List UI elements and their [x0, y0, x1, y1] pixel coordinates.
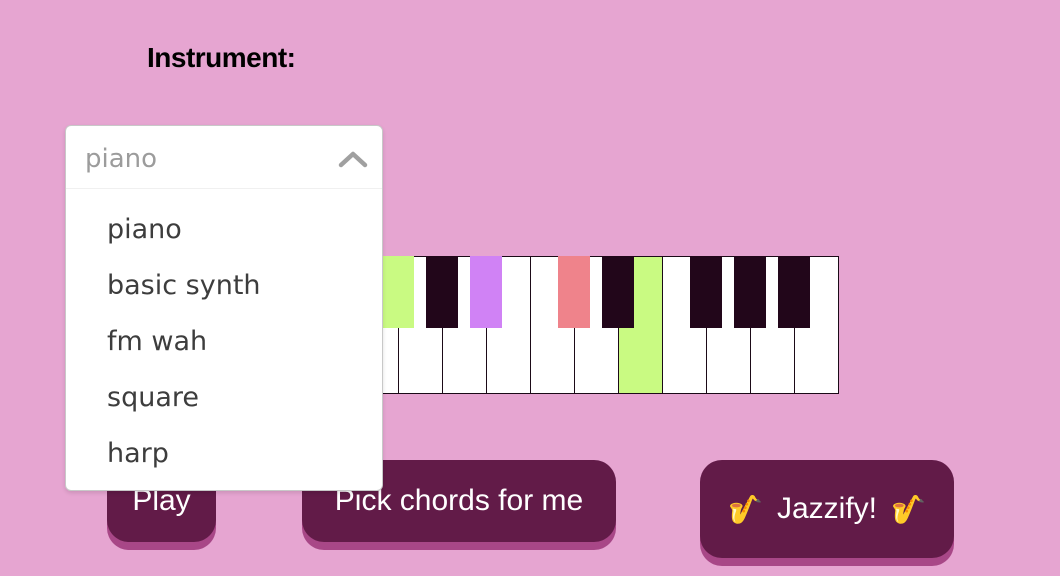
- black-key[interactable]: [470, 256, 502, 328]
- instrument-option[interactable]: square: [66, 370, 382, 426]
- jazzify-button[interactable]: 🎷 Jazzify! 🎷: [700, 460, 954, 558]
- instrument-select[interactable]: piano piano basic synth fm wah square ha…: [65, 125, 383, 491]
- instrument-option[interactable]: piano: [66, 202, 382, 258]
- instrument-selected-value: piano: [85, 144, 158, 174]
- saxophone-icon: 🎷: [728, 493, 763, 525]
- black-key[interactable]: [558, 256, 590, 328]
- instrument-options-list: piano basic synth fm wah square harp: [66, 189, 382, 482]
- black-key[interactable]: [734, 256, 766, 328]
- chevron-up-icon[interactable]: [338, 150, 368, 168]
- black-key[interactable]: [778, 256, 810, 328]
- instrument-option[interactable]: harp: [66, 426, 382, 482]
- black-key[interactable]: [602, 256, 634, 328]
- instrument-option[interactable]: basic synth: [66, 258, 382, 314]
- black-key[interactable]: [426, 256, 458, 328]
- black-key[interactable]: [382, 256, 414, 328]
- black-key[interactable]: [690, 256, 722, 328]
- instrument-option[interactable]: fm wah: [66, 314, 382, 370]
- saxophone-icon: 🎷: [891, 493, 926, 525]
- instrument-select-head[interactable]: piano: [66, 126, 382, 189]
- instrument-label: Instrument:: [147, 42, 296, 73]
- jazzify-button-label: Jazzify!: [776, 492, 878, 525]
